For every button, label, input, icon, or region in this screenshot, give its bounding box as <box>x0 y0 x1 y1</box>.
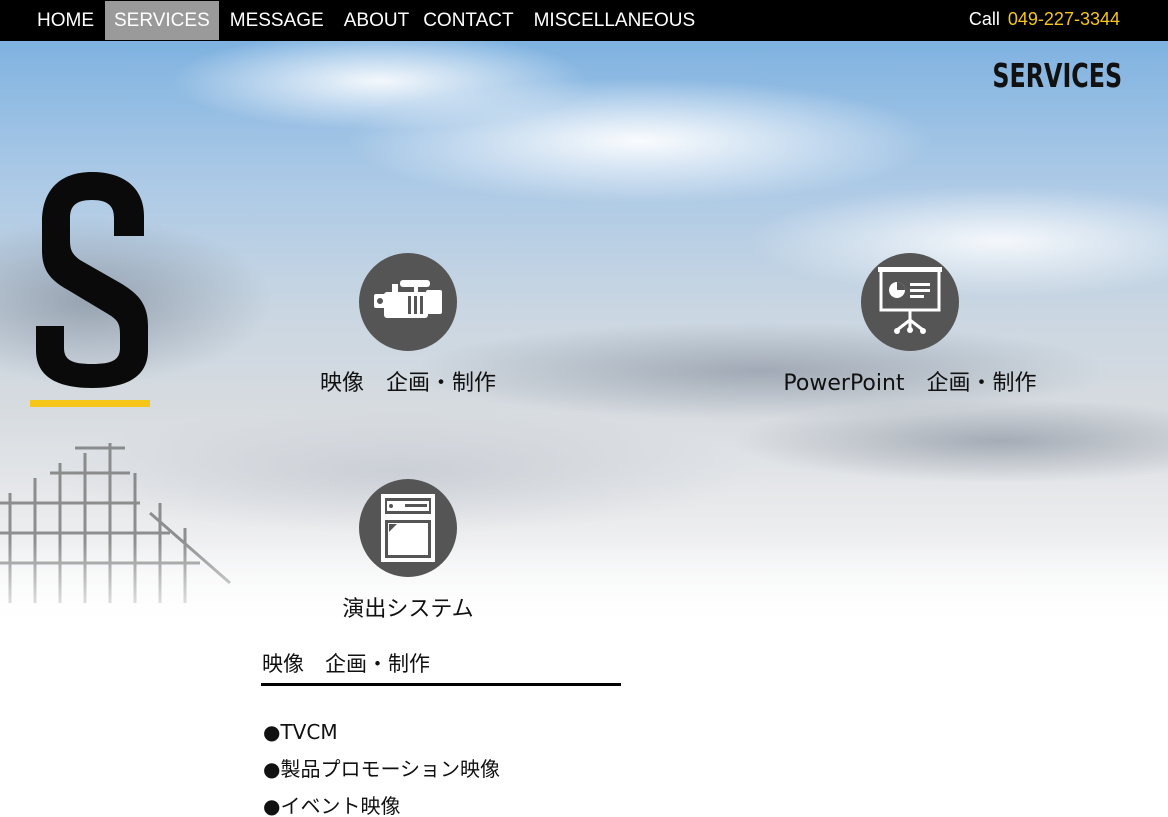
nav-menu: HOME SERVICES MESSAGE ABOUT CONTACT MISC… <box>28 0 706 41</box>
presentation-screen-icon <box>861 253 959 351</box>
phone-link[interactable]: 049-227-3344 <box>1008 9 1120 29</box>
page: HOME SERVICES MESSAGE ABOUT CONTACT MISC… <box>0 0 1168 817</box>
list-item: ●イベント映像 <box>263 794 401 817</box>
list-item: ●製品プロモーション映像 <box>263 757 501 781</box>
call-info: Call 049-227-3344 <box>969 0 1120 38</box>
call-label: Call <box>968 9 1000 29</box>
service-label: PowerPoint 企画・制作 <box>783 371 1037 396</box>
nav-item-about[interactable]: ABOUT <box>335 0 415 41</box>
service-label: 演出システム <box>342 597 474 622</box>
top-navbar: HOME SERVICES MESSAGE ABOUT CONTACT MISC… <box>0 0 1168 41</box>
service-item-list: ●TVCM ●製品プロモーション映像 ●イベント映像 <box>263 718 500 817</box>
nav-item-home[interactable]: HOME <box>28 0 103 41</box>
ruins-silhouette <box>0 443 231 603</box>
nav-item-miscellaneous[interactable]: MISCELLANEOUS <box>525 0 705 41</box>
page-title: SERVICES <box>992 56 1122 95</box>
service-presentation-system[interactable]: 演出システム <box>298 479 518 623</box>
big-letter-s <box>36 172 148 388</box>
section-title: 映像 企画・制作 <box>262 652 430 676</box>
service-label: 映像 企画・制作 <box>319 371 496 396</box>
av-equipment-icon <box>359 479 457 577</box>
service-video-production[interactable]: 映像 企画・制作 <box>298 253 518 397</box>
service-powerpoint-production[interactable]: PowerPoint 企画・制作 <box>760 253 1060 397</box>
nav-item-contact[interactable]: CONTACT <box>417 0 522 41</box>
section-divider <box>261 683 621 686</box>
list-item: ●TVCM <box>263 720 338 744</box>
s-yellow-underline <box>30 400 150 407</box>
nav-item-services[interactable]: SERVICES <box>105 1 219 40</box>
video-camera-icon <box>359 253 457 351</box>
nav-item-message[interactable]: MESSAGE <box>221 0 333 41</box>
